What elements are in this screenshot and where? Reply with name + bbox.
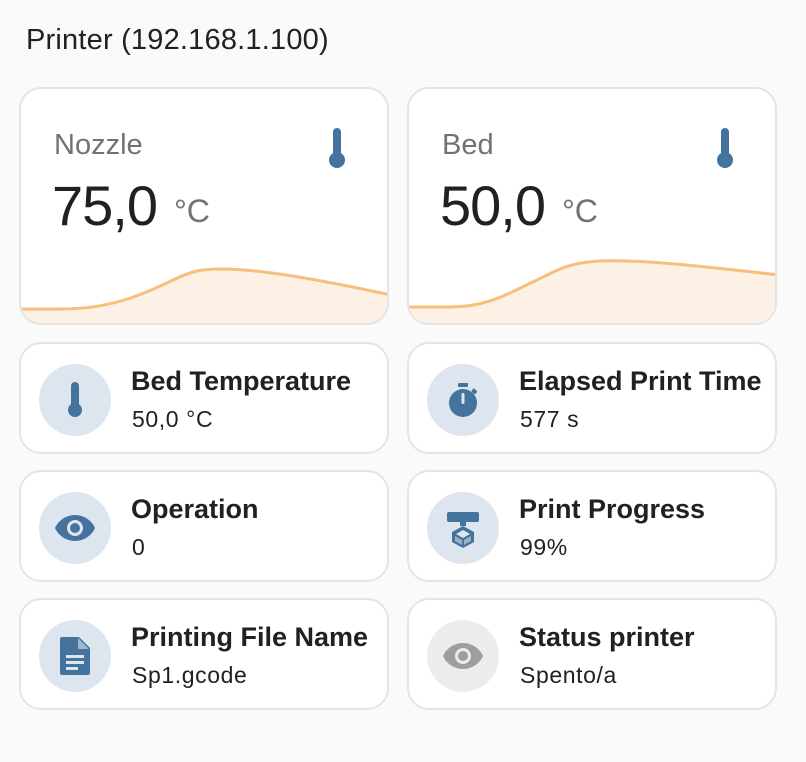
sensor-name: Bed xyxy=(442,129,494,161)
printing-file-name-tile[interactable]: Printing File Name Sp1.gcode xyxy=(19,598,389,710)
tile-label: Operation xyxy=(131,494,259,524)
bed-sensor-card[interactable]: Bed 50,0 °C xyxy=(407,87,777,325)
icon-badge xyxy=(39,364,111,436)
printer-3d-icon xyxy=(447,512,479,548)
file-document-icon xyxy=(60,637,90,675)
tile-state: 577 s xyxy=(520,406,580,432)
thermometer-icon xyxy=(329,128,345,168)
tile-state: Spento/a xyxy=(520,662,617,688)
tile-state: 99% xyxy=(520,534,568,560)
operation-tile[interactable]: Operation 0 xyxy=(19,470,389,582)
tile-label: Print Progress xyxy=(519,494,706,524)
sensor-name: Nozzle xyxy=(54,129,143,161)
eye-icon xyxy=(443,643,483,669)
nozzle-history-graph xyxy=(21,267,387,323)
thermometer-icon xyxy=(68,382,82,417)
nozzle-sensor-card[interactable]: Nozzle 75,0 °C xyxy=(19,87,389,325)
page-title: Printer (192.168.1.100) xyxy=(26,24,329,56)
icon-badge xyxy=(427,492,499,564)
tile-label: Printing File Name xyxy=(131,622,369,652)
eye-icon xyxy=(55,515,95,541)
tile-state: Sp1.gcode xyxy=(132,662,248,688)
icon-badge xyxy=(427,620,499,692)
tile-state: 50,0 °C xyxy=(132,406,214,432)
status-printer-tile[interactable]: Status printer Spento/a xyxy=(407,598,777,710)
tile-label: Bed Temperature xyxy=(131,366,352,396)
bed-history-graph xyxy=(409,259,775,323)
timer-icon xyxy=(449,383,478,417)
icon-badge xyxy=(39,492,111,564)
tile-label: Elapsed Print Time xyxy=(519,366,762,396)
thermometer-icon xyxy=(717,128,733,168)
tile-label: Status printer xyxy=(519,622,695,652)
bed-temperature-tile[interactable]: Bed Temperature 50,0 °C xyxy=(19,342,389,454)
print-progress-tile[interactable]: Print Progress 99% xyxy=(407,470,777,582)
icon-badge xyxy=(427,364,499,436)
tile-state: 0 xyxy=(132,534,146,560)
icon-badge xyxy=(39,620,111,692)
elapsed-print-time-tile[interactable]: Elapsed Print Time 577 s xyxy=(407,342,777,454)
dashboard-page: Printer (192.168.1.100) Nozzle 75,0 °C B… xyxy=(0,0,806,762)
